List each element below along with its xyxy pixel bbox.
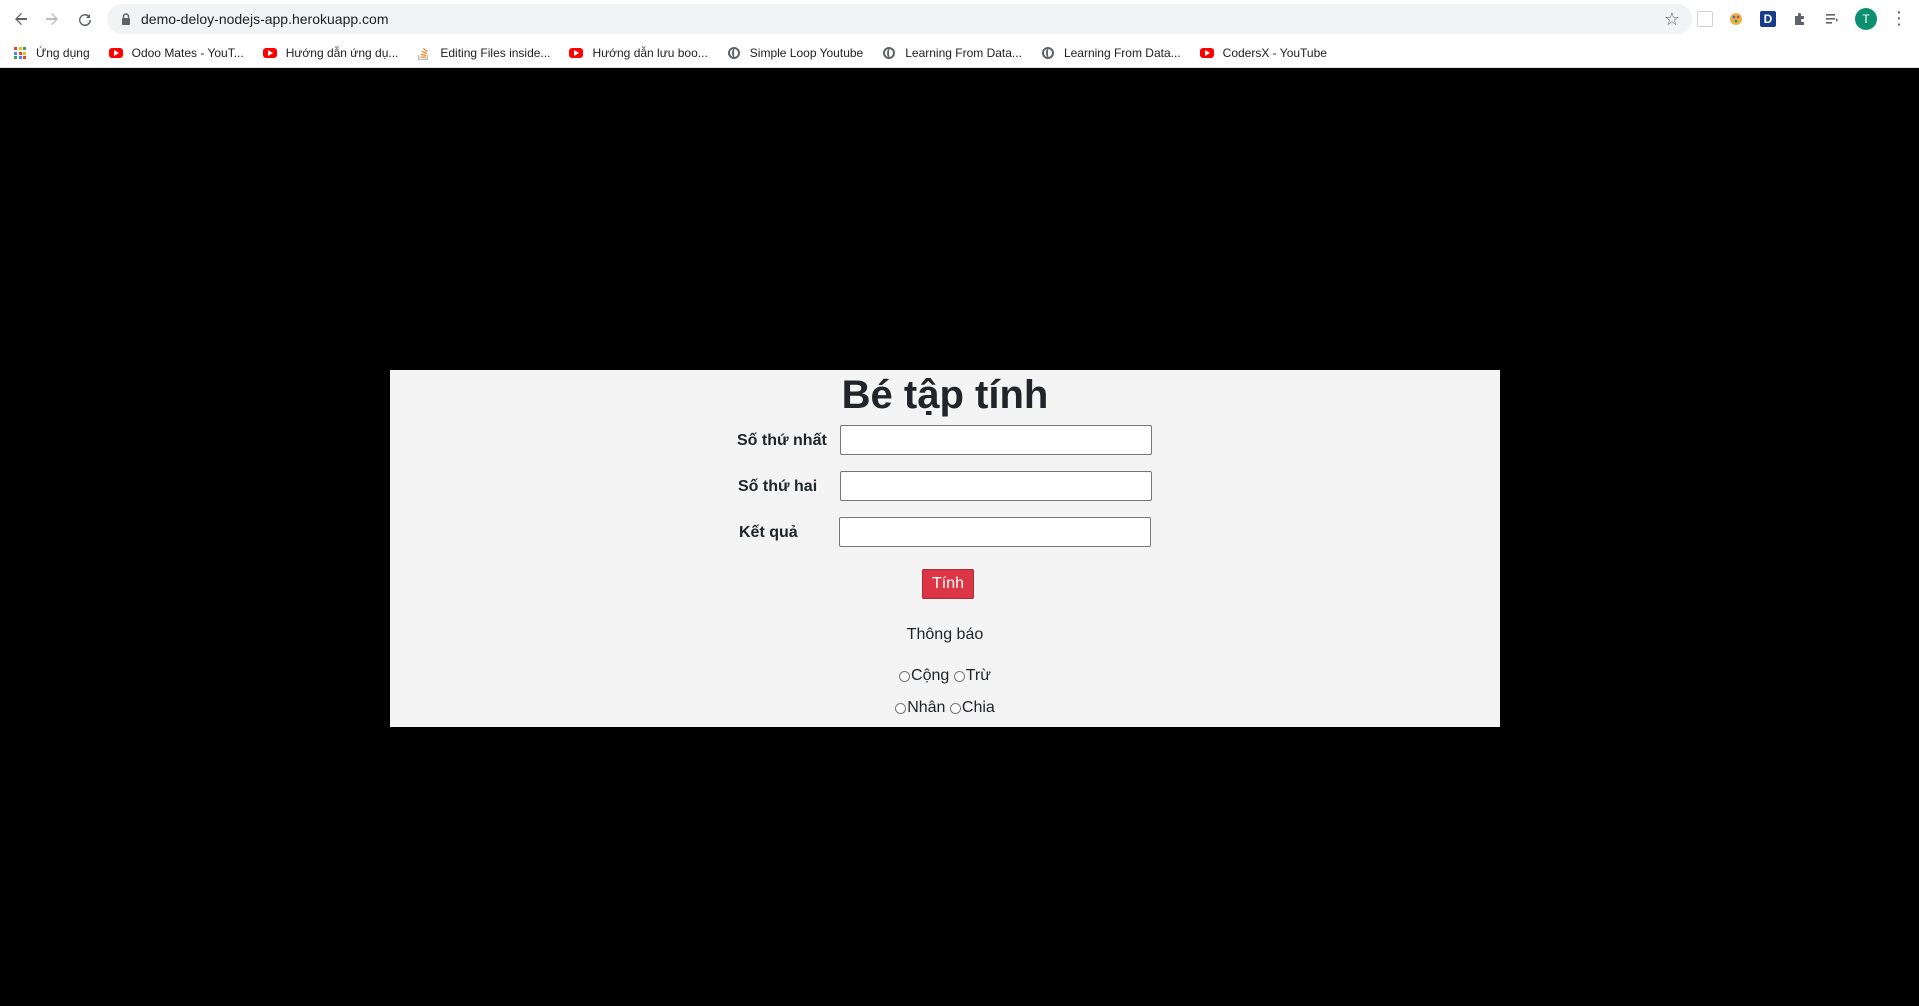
reading-list-icon[interactable] [1820,7,1844,31]
profile-avatar[interactable]: T [1855,8,1877,30]
bookmark-simple-loop[interactable]: Simple Loop Youtube [726,45,863,61]
bookmark-editing-files[interactable]: Editing Files inside... [416,45,550,61]
radio-subtract[interactable]: Trừ [953,666,991,686]
address-bar[interactable]: demo-deloy-nodejs-app.herokuapp.com ☆ [107,4,1692,34]
bookmark-star-icon[interactable]: ☆ [1664,9,1680,29]
second-number-label: Số thứ hai [738,478,818,495]
radio-subtract-label: Trừ [965,667,991,684]
youtube-icon [1199,45,1215,61]
result-row: Kết quả [390,517,1500,549]
second-number-input[interactable] [840,471,1152,501]
radio-circle[interactable] [953,670,965,682]
calculator-panel: Bé tập tính Số thứ nhất Số thứ hai Kết q… [390,370,1500,727]
operation-row-2: Nhân Chia [390,698,1500,720]
more-menu-icon[interactable]: ⋮ [1889,6,1909,30]
globe-icon [726,45,742,61]
radio-divide[interactable]: Chia [949,698,995,718]
extensions-puzzle-icon[interactable] [1788,7,1812,31]
page-title: Bé tập tính [841,373,1049,417]
bookmark-label: CodersX - YouTube [1222,46,1327,60]
stackoverflow-icon [416,45,432,61]
radio-circle[interactable] [895,702,907,714]
bookmark-label: Odoo Mates - YouT... [131,46,244,60]
reload-icon[interactable] [71,5,99,33]
extension-blank-icon[interactable] [1693,7,1717,31]
globe-icon [1040,45,1056,61]
apps-grid-icon [12,45,28,61]
back-arrow-icon[interactable] [7,5,35,33]
browser-chrome: demo-deloy-nodejs-app.herokuapp.com ☆ D … [0,0,1919,68]
bookmark-huong-dan-luu[interactable]: Hướng dẫn lưu boo... [568,45,708,61]
radio-add-label: Cộng [911,667,950,684]
bookmark-label: Hướng dẫn ứng dụ... [285,46,399,60]
youtube-icon [262,45,278,61]
calculate-button[interactable]: Tính [922,569,975,599]
bookmark-learning-from-data-1[interactable]: Learning From Data... [881,45,1022,61]
bookmark-huong-dan-ung-dung[interactable]: Hướng dẫn ứng dụ... [262,45,399,61]
forward-arrow-icon[interactable] [38,5,66,33]
second-number-row: Số thứ hai [390,471,1500,503]
bookmark-label: Ứng dụng [36,46,90,60]
bookmark-codersx[interactable]: CodersX - YouTube [1199,45,1327,61]
bookmark-label: Learning From Data... [1063,46,1181,60]
lock-icon [119,12,133,26]
bookmark-odoo-mates[interactable]: Odoo Mates - YouT... [108,45,244,61]
globe-icon [881,45,897,61]
result-input[interactable] [839,517,1151,547]
bookmark-label: Simple Loop Youtube [749,46,864,60]
radio-add[interactable]: Cộng [899,666,949,686]
radio-circle[interactable] [949,702,961,714]
first-number-label: Số thứ nhất [737,432,827,449]
radio-circle[interactable] [899,670,911,682]
first-number-row: Số thứ nhất [390,425,1500,457]
bookmark-label: Learning From Data... [905,46,1022,60]
youtube-icon [108,45,124,61]
extension-palette-icon[interactable] [1724,7,1748,31]
youtube-icon [568,45,584,61]
url-text: demo-deloy-nodejs-app.herokuapp.com [141,11,389,27]
notice-text: Thông báo [906,626,984,643]
browser-toolbar: demo-deloy-nodejs-app.herokuapp.com ☆ D … [0,0,1919,38]
result-label: Kết quả [739,524,798,541]
radio-divide-label: Chia [961,699,995,716]
radio-multiply-label: Nhân [907,699,946,716]
operation-row-1: Cộng Trừ [390,666,1500,688]
first-number-input[interactable] [840,425,1152,455]
bookmarks-bar: Ứng dụng Odoo Mates - YouT... Hướng dẫn … [0,39,1919,67]
bookmark-apps[interactable]: Ứng dụng [12,45,90,61]
bookmark-label: Editing Files inside... [440,46,551,60]
radio-multiply[interactable]: Nhân [895,698,945,718]
bookmark-label: Hướng dẫn lưu boo... [592,46,708,60]
bookmark-learning-from-data-2[interactable]: Learning From Data... [1040,45,1181,61]
extension-d-icon[interactable]: D [1756,7,1780,31]
